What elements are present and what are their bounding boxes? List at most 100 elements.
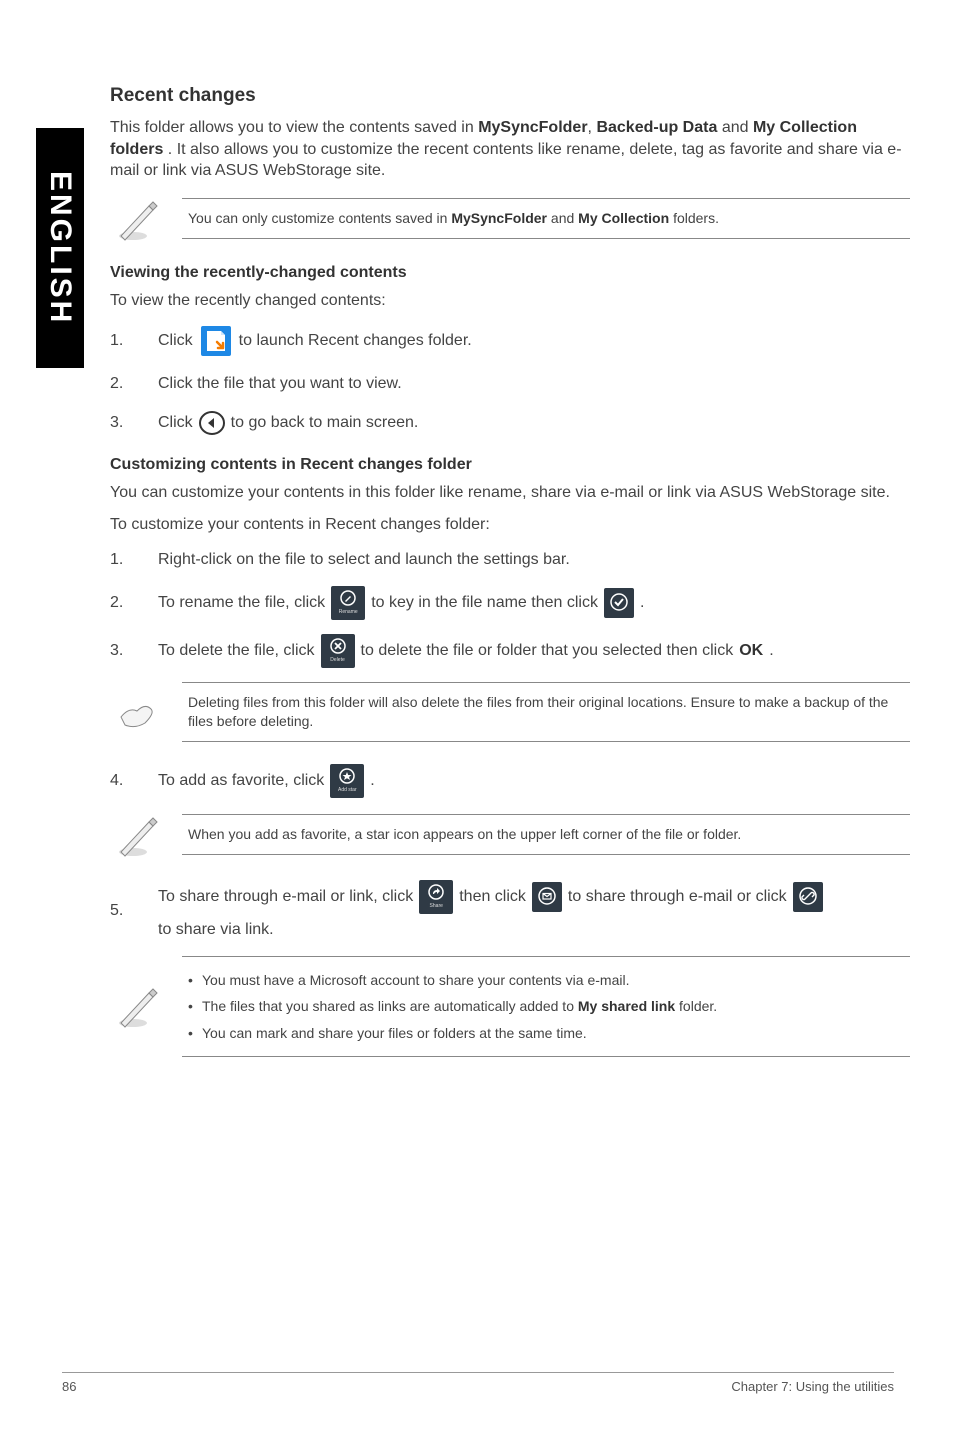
hand-icon — [110, 689, 166, 735]
pen-icon — [110, 196, 166, 242]
step-number: 1. — [110, 548, 130, 572]
step-text-mid: to delete the file or folder that you se… — [361, 639, 734, 663]
envelope-icon — [538, 887, 556, 907]
recent-changes-folder-icon — [199, 324, 233, 358]
page-footer: 86 Chapter 7: Using the utilities — [62, 1372, 894, 1394]
step-number: 1. — [110, 329, 130, 353]
rename-icon: Rename — [331, 586, 365, 620]
pen-icon — [110, 983, 166, 1029]
check-icon — [610, 593, 628, 613]
note-body: When you add as favorite, a star icon ap… — [182, 814, 910, 855]
step-text-post: to go back to main screen. — [231, 411, 419, 435]
note-share-li2: The files that you shared as links are a… — [188, 993, 904, 1020]
share-label: Share — [430, 904, 443, 909]
note-share-li2-post: folder. — [679, 998, 717, 1014]
step-number: 3. — [110, 639, 130, 663]
note-delete-warning: Deleting files from this folder will als… — [110, 682, 910, 742]
note1-b2: My Collection — [578, 210, 669, 226]
step-number: 5. — [110, 899, 130, 923]
step-text-mid: to key in the file name then click — [371, 591, 598, 615]
link-icon — [793, 882, 823, 912]
step-text-pre: To add as favorite, click — [158, 769, 324, 793]
pencil-icon — [340, 590, 356, 608]
chain-link-icon — [799, 887, 817, 907]
viewing-steps: 1. Click to launch Recent changes folder… — [110, 324, 910, 436]
customizing-step-3: 3. To delete the file, click Delete to d… — [110, 634, 910, 668]
customizing-step-4: 4. To add as favorite, click Add star . — [110, 764, 910, 798]
note-favorite: When you add as favorite, a star icon ap… — [110, 812, 910, 858]
back-arrow-icon — [199, 410, 225, 436]
share-arrow-icon — [428, 884, 444, 902]
step-text-pre: To share through e-mail or link, click — [158, 885, 413, 909]
note-favorite-text: When you add as favorite, a star icon ap… — [188, 825, 904, 844]
note-share-li2-pre: The files that you shared as links are a… — [202, 998, 578, 1014]
customizing-lead1: You can customize your contents in this … — [110, 484, 910, 502]
intro-paragraph: This folder allows you to view the conte… — [110, 117, 910, 182]
addstar-label: Add star — [338, 788, 357, 793]
note-share-requirements: You must have a Microsoft account to sha… — [110, 956, 910, 1058]
note1-post: folders. — [673, 210, 719, 226]
intro-bold-2: Backed-up Data — [596, 119, 717, 136]
intro-text-1: This folder allows you to view the conte… — [110, 119, 478, 136]
chapter-label: Chapter 7: Using the utilities — [731, 1379, 894, 1394]
language-tab-label: ENGLISH — [43, 171, 77, 325]
language-tab: ENGLISH — [36, 128, 84, 368]
customizing-steps-cont: 4. To add as favorite, click Add star . — [110, 764, 910, 798]
x-icon — [330, 638, 346, 656]
delete-icon: Delete — [321, 634, 355, 668]
note-share-li2-bold: My shared link — [578, 998, 675, 1014]
customizing-step-2: 2. To rename the file, click Rename to k… — [110, 586, 910, 620]
rename-label: Rename — [339, 610, 358, 615]
note-share-li3: You can mark and share your files or fol… — [188, 1020, 904, 1047]
step-text-pre: Click — [158, 329, 193, 353]
step-text: Right-click on the file to select and la… — [158, 548, 910, 572]
email-icon — [532, 882, 562, 912]
customizing-heading: Customizing contents in Recent changes f… — [110, 456, 910, 474]
note-body: Deleting files from this folder will als… — [182, 682, 910, 742]
page: ENGLISH Recent changes This folder allow… — [0, 0, 954, 1438]
viewing-heading: Viewing the recently-changed contents — [110, 264, 910, 282]
step-text-post: . — [640, 591, 644, 615]
step-text-mid2: to share through e-mail or click — [568, 885, 787, 909]
step-text: Click the file that you want to view. — [158, 372, 910, 396]
note1-mid: and — [551, 210, 578, 226]
viewing-step-2: 2. Click the file that you want to view. — [110, 372, 910, 396]
note-body: You must have a Microsoft account to sha… — [182, 956, 910, 1058]
step-text-pre: To rename the file, click — [158, 591, 325, 615]
viewing-step-3: 3. Click to go back to main screen. — [110, 410, 910, 436]
viewing-step-1: 1. Click to launch Recent changes folder… — [110, 324, 910, 358]
note1-pre: You can only customize contents saved in — [188, 210, 451, 226]
intro-bold-1: MySyncFolder — [478, 119, 587, 136]
customizing-step-1: 1. Right-click on the file to select and… — [110, 548, 910, 572]
note-body: You can only customize contents saved in… — [182, 198, 910, 239]
customizing-steps: 1. Right-click on the file to select and… — [110, 548, 910, 668]
star-icon — [339, 768, 355, 786]
step-text-mid1: then click — [459, 885, 526, 909]
pen-icon — [110, 812, 166, 858]
step-text-pre: Click — [158, 411, 193, 435]
step-number: 2. — [110, 372, 130, 396]
page-number: 86 — [62, 1379, 76, 1394]
customizing-lead2: To customize your contents in Recent cha… — [110, 516, 910, 534]
ok-text: OK — [739, 639, 763, 663]
intro-text-and: and — [722, 119, 753, 136]
step-number: 3. — [110, 411, 130, 435]
step-text-pre: To delete the file, click — [158, 639, 315, 663]
step-number: 2. — [110, 591, 130, 615]
section-heading: Recent changes — [110, 85, 910, 107]
viewing-lead: To view the recently changed contents: — [110, 292, 910, 310]
customizing-steps-cont2: 5. To share through e-mail or link, clic… — [110, 880, 910, 942]
content-area: Recent changes This folder allows you to… — [110, 85, 910, 1079]
note-share-li1: You must have a Microsoft account to sha… — [188, 967, 904, 994]
step-number: 4. — [110, 769, 130, 793]
intro-text-tail: . It also allows you to customize the re… — [110, 141, 902, 180]
confirm-check-icon — [604, 588, 634, 618]
note-customize-only: You can only customize contents saved in… — [110, 196, 910, 242]
step-text-post: to launch Recent changes folder. — [239, 329, 472, 353]
delete-label: Delete — [330, 658, 344, 663]
step-text-post: . — [769, 639, 773, 663]
add-star-icon: Add star — [330, 764, 364, 798]
step-text-post: to share via link. — [158, 918, 274, 942]
step-text-post: . — [370, 769, 374, 793]
customizing-step-5: 5. To share through e-mail or link, clic… — [110, 880, 910, 942]
